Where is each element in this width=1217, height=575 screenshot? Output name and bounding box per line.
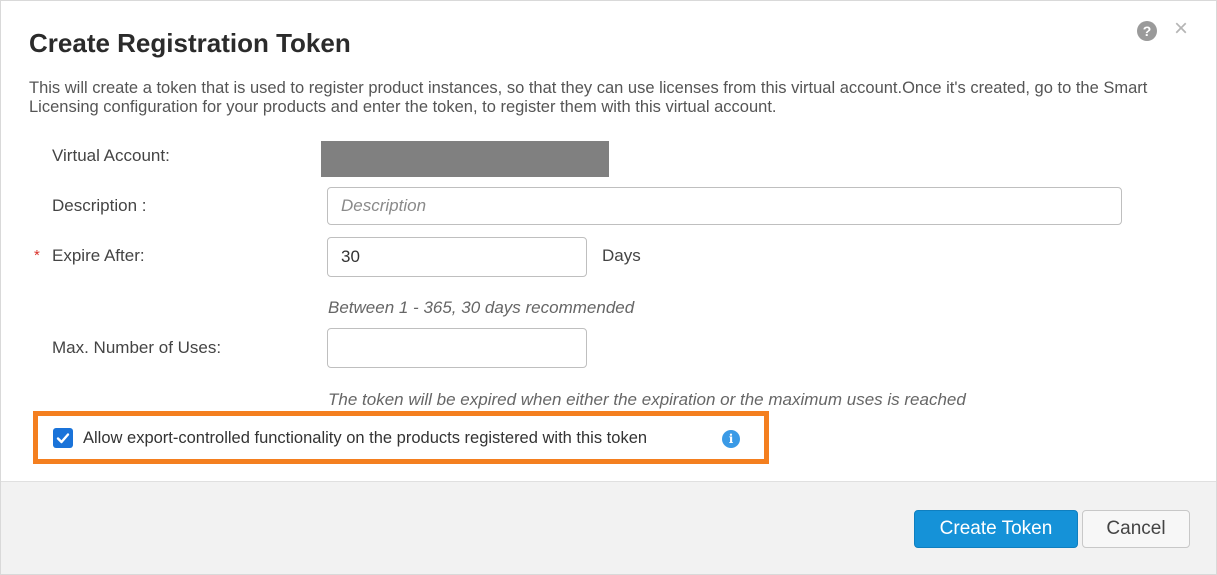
max-uses-hint: The token will be expired when either th… <box>328 390 966 409</box>
create-token-button[interactable]: Create Token <box>914 510 1078 548</box>
expire-after-hint: Between 1 - 365, 30 days recommended <box>328 298 635 317</box>
expire-after-unit: Days <box>602 246 641 265</box>
info-icon[interactable]: i <box>722 430 740 448</box>
max-uses-label: Max. Number of Uses: <box>52 338 222 357</box>
description-label: Description : <box>52 196 147 215</box>
expire-after-label: Expire After: <box>52 246 145 265</box>
expire-after-input[interactable] <box>327 237 587 277</box>
export-control-label[interactable]: Allow export-controlled functionality on… <box>83 429 647 448</box>
dialog-intro-text: This will create a token that is used to… <box>29 79 1148 116</box>
close-icon[interactable]: × <box>1169 17 1193 41</box>
dialog-title: Create Registration Token <box>29 28 351 58</box>
virtual-account-label: Virtual Account: <box>52 146 170 165</box>
export-control-checkbox[interactable] <box>53 428 73 448</box>
required-marker: * <box>34 247 40 264</box>
max-uses-input[interactable] <box>327 328 587 368</box>
description-input[interactable] <box>327 187 1122 225</box>
checkmark-icon <box>56 433 70 444</box>
help-icon[interactable]: ? <box>1137 21 1157 41</box>
create-registration-token-dialog: Create Registration Token ? × This will … <box>0 0 1217 575</box>
virtual-account-value-redacted <box>321 141 609 177</box>
cancel-button[interactable]: Cancel <box>1082 510 1190 548</box>
